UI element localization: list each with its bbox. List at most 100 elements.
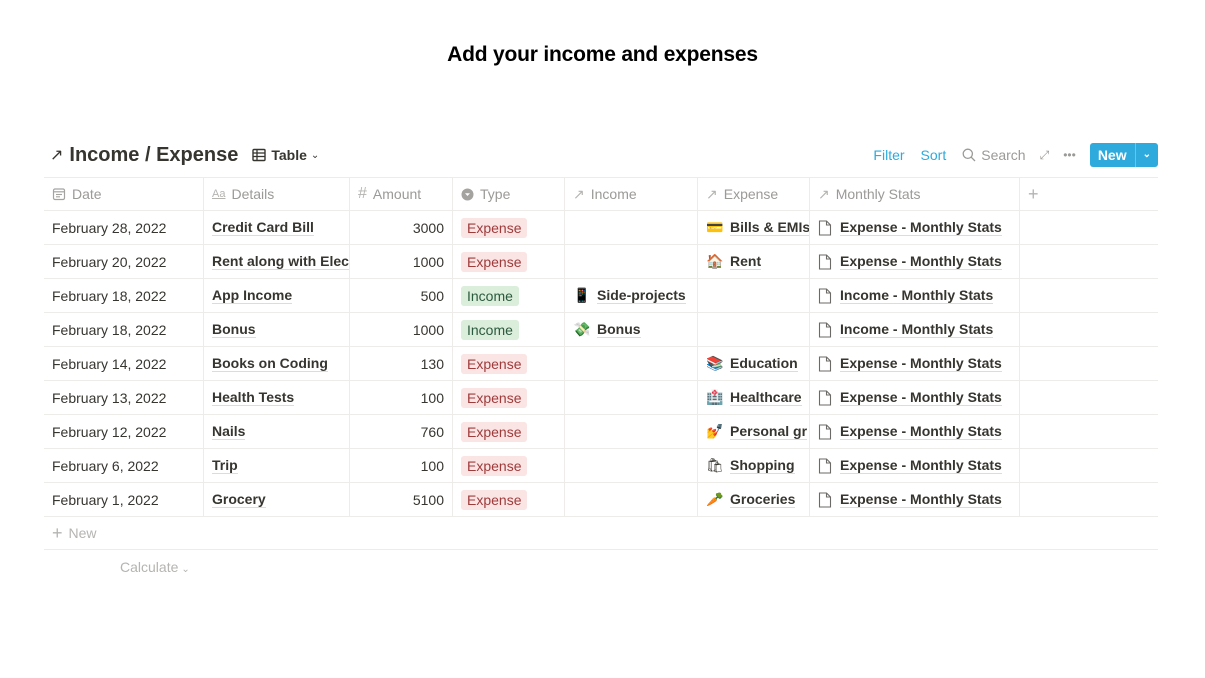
column-header-date[interactable]: Date: [44, 178, 204, 210]
details-value[interactable]: Credit Card Bill: [212, 219, 314, 236]
expense-relation-link[interactable]: 📚 Education: [706, 355, 798, 372]
details-cell[interactable]: App Income: [204, 279, 350, 312]
expense-cell[interactable]: 🏠 Rent: [698, 245, 810, 278]
expense-cell[interactable]: 📚 Education: [698, 347, 810, 380]
income-cell[interactable]: [565, 381, 698, 414]
date-cell[interactable]: February 13, 2022: [44, 381, 204, 414]
table-row[interactable]: February 13, 2022 Health Tests 100 Expense 🏥…: [44, 381, 1158, 415]
details-value[interactable]: Health Tests: [212, 389, 295, 406]
income-cell[interactable]: [565, 449, 698, 482]
new-template-dropdown-icon[interactable]: ⌄: [1134, 143, 1158, 167]
income-cell[interactable]: 💸 Bonus: [565, 313, 698, 346]
details-cell[interactable]: Trip: [204, 449, 350, 482]
amount-cell[interactable]: 100: [350, 449, 453, 482]
expense-cell[interactable]: 💅 Personal gr: [698, 415, 810, 448]
details-cell[interactable]: Rent along with Elec: [204, 245, 350, 278]
type-cell[interactable]: Expense: [453, 381, 565, 414]
monthly-stats-cell[interactable]: Income - Monthly Stats: [810, 313, 1020, 346]
details-cell[interactable]: Grocery: [204, 483, 350, 516]
date-cell[interactable]: February 18, 2022: [44, 279, 204, 312]
income-cell[interactable]: [565, 211, 698, 244]
monthly-stats-cell[interactable]: Expense - Monthly Stats: [810, 483, 1020, 516]
expense-cell[interactable]: 🏥 Healthcare: [698, 381, 810, 414]
monthly-stats-link[interactable]: Expense - Monthly Stats: [818, 389, 1002, 406]
details-value[interactable]: Books on Coding: [212, 355, 328, 372]
calculate-button[interactable]: Calculate ⌄: [120, 559, 190, 575]
column-header-income[interactable]: ↗ Income: [565, 178, 698, 210]
income-cell[interactable]: [565, 415, 698, 448]
date-cell[interactable]: February 20, 2022: [44, 245, 204, 278]
date-cell[interactable]: February 12, 2022: [44, 415, 204, 448]
expense-relation-link[interactable]: 💳 Bills & EMIs: [706, 219, 809, 236]
income-cell[interactable]: [565, 483, 698, 516]
expense-relation-link[interactable]: 💅 Personal gr: [706, 423, 808, 440]
date-cell[interactable]: February 28, 2022: [44, 211, 204, 244]
details-cell[interactable]: Books on Coding: [204, 347, 350, 380]
table-row[interactable]: February 18, 2022 App Income 500 Income 📱 Sid…: [44, 279, 1158, 313]
expense-cell[interactable]: 🥕 Groceries: [698, 483, 810, 516]
view-switcher[interactable]: Table ⌄: [252, 147, 319, 163]
monthly-stats-cell[interactable]: Expense - Monthly Stats: [810, 449, 1020, 482]
type-cell[interactable]: Expense: [453, 211, 565, 244]
income-relation-link[interactable]: 💸 Bonus: [573, 321, 641, 338]
date-cell[interactable]: February 14, 2022: [44, 347, 204, 380]
monthly-stats-link[interactable]: Expense - Monthly Stats: [818, 457, 1002, 474]
income-cell[interactable]: [565, 245, 698, 278]
monthly-stats-cell[interactable]: Expense - Monthly Stats: [810, 415, 1020, 448]
details-value[interactable]: Trip: [212, 457, 238, 474]
date-cell[interactable]: February 18, 2022: [44, 313, 204, 346]
details-value[interactable]: Nails: [212, 423, 246, 440]
table-row[interactable]: February 14, 2022 Books on Coding 130 Expen…: [44, 347, 1158, 381]
monthly-stats-link[interactable]: Expense - Monthly Stats: [818, 253, 1002, 270]
new-button[interactable]: New: [1090, 143, 1135, 167]
monthly-stats-cell[interactable]: Income - Monthly Stats: [810, 279, 1020, 312]
monthly-stats-link[interactable]: Income - Monthly Stats: [818, 321, 994, 338]
add-column-button[interactable]: +: [1020, 178, 1158, 210]
column-header-type[interactable]: Type: [453, 178, 565, 210]
expense-relation-link[interactable]: 🛍 Shopping: [706, 457, 795, 474]
date-cell[interactable]: February 1, 2022: [44, 483, 204, 516]
amount-cell[interactable]: 1000: [350, 245, 453, 278]
monthly-stats-cell[interactable]: Expense - Monthly Stats: [810, 347, 1020, 380]
monthly-stats-cell[interactable]: Expense - Monthly Stats: [810, 381, 1020, 414]
details-value[interactable]: Bonus: [212, 321, 256, 338]
monthly-stats-link[interactable]: Income - Monthly Stats: [818, 287, 994, 304]
expense-relation-link[interactable]: 🏥 Healthcare: [706, 389, 802, 406]
date-cell[interactable]: February 6, 2022: [44, 449, 204, 482]
details-value[interactable]: Rent along with Elec: [212, 253, 349, 270]
amount-cell[interactable]: 5100: [350, 483, 453, 516]
monthly-stats-link[interactable]: Expense - Monthly Stats: [818, 491, 1002, 508]
amount-cell[interactable]: 130: [350, 347, 453, 380]
table-row[interactable]: February 12, 2022 Nails 760 Expense 💅 Persona…: [44, 415, 1158, 449]
search-button[interactable]: Search: [962, 147, 1026, 163]
table-row[interactable]: February 20, 2022 Rent along with Elec 100…: [44, 245, 1158, 279]
expense-cell[interactable]: 💳 Bills & EMIs: [698, 211, 810, 244]
details-cell[interactable]: Nails: [204, 415, 350, 448]
more-options-icon[interactable]: •••: [1063, 148, 1076, 162]
type-cell[interactable]: Expense: [453, 483, 565, 516]
monthly-stats-cell[interactable]: Expense - Monthly Stats: [810, 245, 1020, 278]
column-header-details[interactable]: Aa Details: [204, 178, 350, 210]
type-cell[interactable]: Expense: [453, 347, 565, 380]
expand-icon[interactable]: ⤢: [1040, 148, 1050, 163]
column-header-expense[interactable]: ↗ Expense: [698, 178, 810, 210]
income-relation-link[interactable]: 📱 Side-projects: [573, 287, 686, 304]
table-row[interactable]: February 6, 2022 Trip 100 Expense 🛍 Shopping E…: [44, 449, 1158, 483]
expense-cell[interactable]: [698, 313, 810, 346]
amount-cell[interactable]: 3000: [350, 211, 453, 244]
sort-button[interactable]: Sort: [921, 147, 947, 163]
column-header-amount[interactable]: # Amount: [350, 178, 453, 210]
filter-button[interactable]: Filter: [873, 147, 904, 163]
table-row[interactable]: February 18, 2022 Bonus 1000 Income 💸 Bonus In…: [44, 313, 1158, 347]
details-value[interactable]: Grocery: [212, 491, 266, 508]
type-cell[interactable]: Income: [453, 279, 565, 312]
amount-cell[interactable]: 100: [350, 381, 453, 414]
amount-cell[interactable]: 760: [350, 415, 453, 448]
details-cell[interactable]: Bonus: [204, 313, 350, 346]
expense-cell[interactable]: [698, 279, 810, 312]
table-row[interactable]: February 1, 2022 Grocery 5100 Expense 🥕 Groce…: [44, 483, 1158, 517]
expense-relation-link[interactable]: 🥕 Groceries: [706, 491, 796, 508]
table-row[interactable]: February 28, 2022 Credit Card Bill 3000 Exp…: [44, 211, 1158, 245]
amount-cell[interactable]: 1000: [350, 313, 453, 346]
details-value[interactable]: App Income: [212, 287, 293, 304]
